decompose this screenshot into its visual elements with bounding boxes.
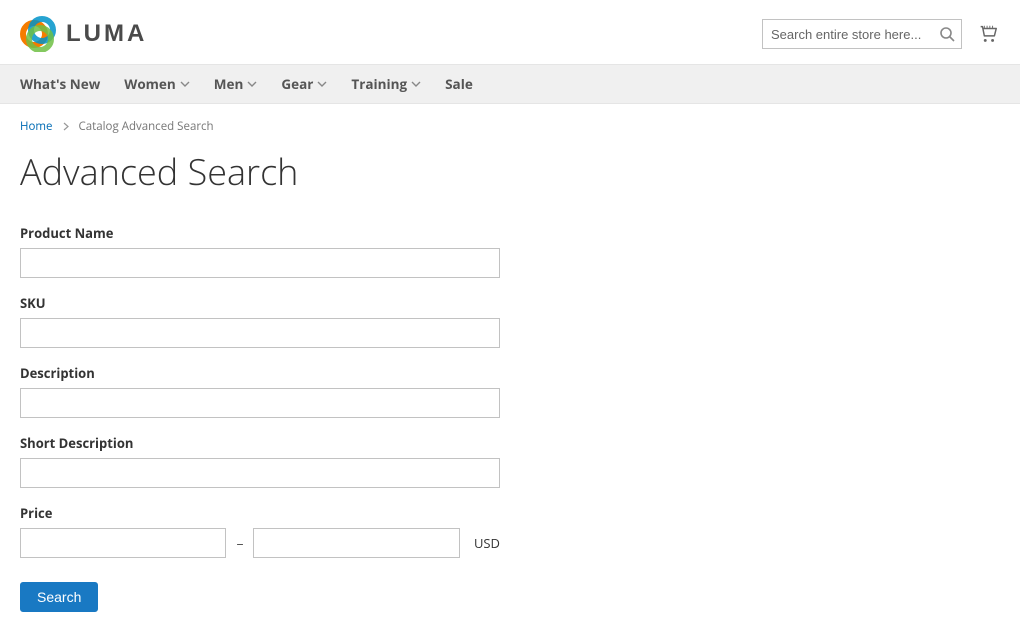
chevron-down-icon [180,79,190,89]
price-range-separator: – [236,534,243,553]
search-button[interactable] [932,19,962,49]
breadcrumb-separator-icon [63,118,69,135]
nav-whats-new[interactable]: What's New [8,65,112,103]
nav-sale[interactable]: Sale [433,65,485,103]
nav-men[interactable]: Men [202,65,270,103]
nav-label: Gear [281,75,313,93]
description-label: Description [20,364,500,382]
cart-link[interactable] [976,22,1000,46]
product-name-label: Product Name [20,224,500,242]
chevron-down-icon [411,79,421,89]
brand-logo[interactable]: LUMA [20,16,147,52]
sku-field[interactable] [20,318,500,348]
nav-women[interactable]: Women [112,65,202,103]
breadcrumb-home[interactable]: Home [20,119,53,134]
header: LUMA [0,0,1020,64]
chevron-down-icon [317,79,327,89]
chevron-down-icon [247,79,257,89]
short-description-field[interactable] [20,458,500,488]
breadcrumb-current: Catalog Advanced Search [79,119,214,134]
global-search [762,19,962,49]
product-name-field[interactable] [20,248,500,278]
nav-gear[interactable]: Gear [269,65,339,103]
breadcrumb: Home Catalog Advanced Search [20,118,1000,135]
page-title: Advanced Search [20,147,1000,196]
price-to-field[interactable] [253,528,459,558]
advanced-search-form: Product Name SKU Description Short Descr… [20,224,500,612]
nav-label: Women [124,75,176,93]
nav-label: Sale [445,75,473,93]
price-from-field[interactable] [20,528,226,558]
search-submit-button[interactable]: Search [20,582,98,612]
sku-label: SKU [20,294,500,312]
nav-label: Training [351,75,407,93]
nav-label: What's New [20,75,100,93]
price-label: Price [20,504,500,522]
short-description-label: Short Description [20,434,500,452]
cart-icon [977,23,999,45]
nav-training[interactable]: Training [339,65,433,103]
price-currency: USD [474,534,500,552]
luma-icon [20,16,56,52]
search-icon [939,26,955,42]
nav-label: Men [214,75,244,93]
brand-text: LUMA [66,20,147,48]
main-nav: What's New Women Men Gear Training Sale [0,64,1020,104]
description-field[interactable] [20,388,500,418]
